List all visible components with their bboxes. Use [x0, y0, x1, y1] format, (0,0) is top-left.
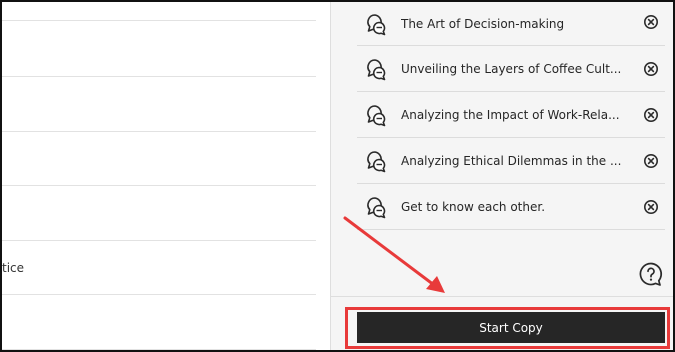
selected-item: Analyzing Ethical Dilemmas in the ...	[357, 138, 665, 184]
remove-circle-x-icon[interactable]	[643, 153, 659, 169]
list-row[interactable]	[2, 186, 316, 241]
discussion-bubbles-icon	[367, 196, 386, 218]
list-row-label: tice	[2, 261, 25, 275]
selected-item-title: Get to know each other.	[401, 199, 546, 214]
discussion-bubbles-icon	[367, 104, 386, 126]
remove-circle-x-icon[interactable]	[643, 14, 659, 30]
selected-item: Unveiling the Layers of Coffee Cult...	[357, 46, 665, 92]
remove-circle-x-icon[interactable]	[643, 199, 659, 215]
list-row[interactable]	[2, 21, 316, 77]
remove-circle-x-icon[interactable]	[643, 61, 659, 77]
list-row[interactable]	[2, 132, 316, 186]
selected-item-title: Unveiling the Layers of Coffee Cult...	[401, 61, 622, 76]
help-question-icon[interactable]	[638, 261, 664, 287]
selected-item-title: Analyzing the Impact of Work-Rela...	[401, 107, 620, 122]
list-row[interactable]	[2, 2, 316, 21]
copy-content-dialog: tice The Art of Decision-making Unveilin…	[0, 0, 675, 352]
list-row[interactable]: tice	[2, 241, 316, 295]
discussion-bubbles-icon	[367, 150, 386, 172]
selected-item: Analyzing the Impact of Work-Rela...	[357, 92, 665, 138]
start-copy-button[interactable]: Start Copy	[357, 312, 665, 343]
remove-circle-x-icon[interactable]	[643, 107, 659, 123]
selected-items-panel: The Art of Decision-making Unveiling the…	[330, 2, 673, 350]
discussion-bubbles-icon	[367, 13, 386, 35]
list-row[interactable]	[2, 77, 316, 132]
selected-item: Get to know each other.	[357, 184, 665, 230]
course-list-background: tice	[2, 2, 330, 350]
selected-item-title: The Art of Decision-making	[401, 16, 565, 31]
selected-item: The Art of Decision-making	[357, 2, 665, 46]
list-row[interactable]	[2, 295, 316, 350]
dialog-footer: Start Copy	[331, 296, 673, 350]
discussion-bubbles-icon	[367, 58, 386, 80]
selected-item-title: Analyzing Ethical Dilemmas in the ...	[401, 153, 622, 168]
